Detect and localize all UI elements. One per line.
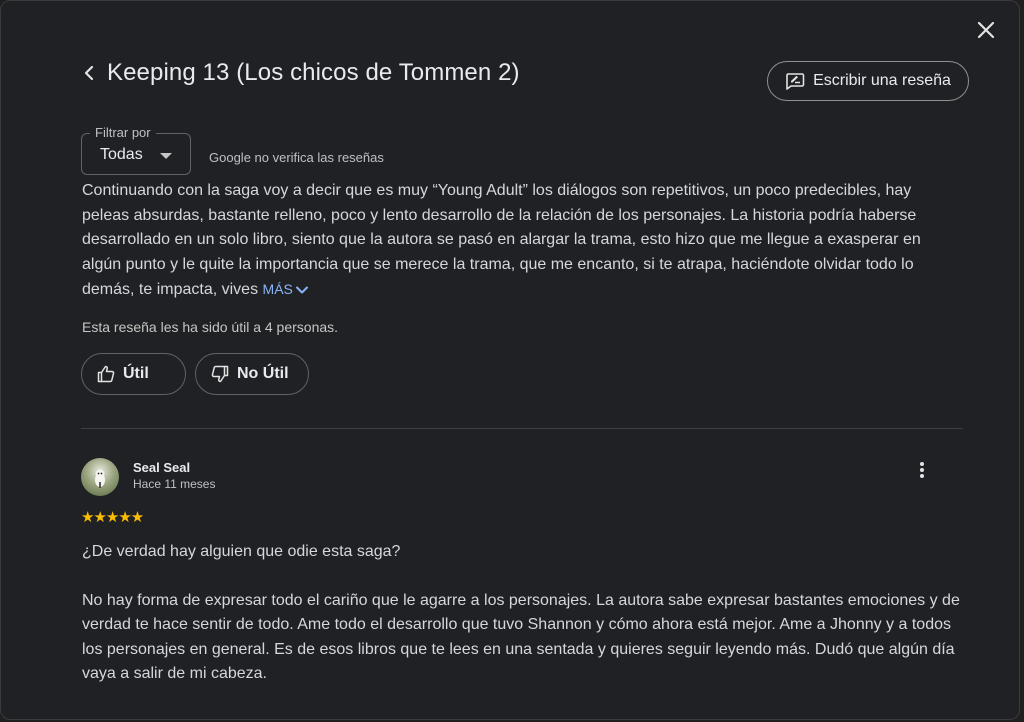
dialog-header: Keeping 13 (Los chicos de Tommen 2) xyxy=(83,59,520,87)
verification-disclaimer: Google no verifica las reseñas xyxy=(209,150,384,165)
not-useful-label: No Útil xyxy=(237,365,289,382)
close-icon xyxy=(977,21,995,39)
review-text-2: ¿De verdad hay alguien que odie esta sag… xyxy=(82,540,962,687)
filter-legend: Filtrar por xyxy=(90,125,156,140)
avatar-image xyxy=(95,469,105,488)
reviews-dialog: Keeping 13 (Los chicos de Tommen 2) Escr… xyxy=(0,0,1020,720)
chevron-left-icon xyxy=(84,65,94,81)
review-body-2: No hay forma de expresar todo el cariño … xyxy=(82,591,960,683)
page-title: Keeping 13 (Los chicos de Tommen 2) xyxy=(107,59,520,86)
filter-select[interactable]: Filtrar por Todas xyxy=(81,125,191,175)
review-author[interactable]: Seal Seal xyxy=(133,460,190,475)
useful-label: Útil xyxy=(123,365,149,382)
more-label: MÁS xyxy=(262,281,293,297)
thumbs-up-icon xyxy=(97,365,115,383)
review-body: Continuando con la saga voy a decir que … xyxy=(82,182,921,298)
rate-review-icon xyxy=(786,73,805,90)
chevron-down-icon xyxy=(295,286,308,294)
back-button[interactable] xyxy=(83,61,103,85)
review-text: Continuando con la saga voy a decir que … xyxy=(82,179,962,303)
close-button[interactable] xyxy=(973,17,999,43)
more-vert-icon xyxy=(920,462,924,478)
review-divider xyxy=(81,428,963,429)
helpful-count: Esta reseña les ha sido útil a 4 persona… xyxy=(82,319,339,335)
not-useful-button[interactable]: No Útil xyxy=(195,353,309,395)
write-review-button[interactable]: Escribir una reseña xyxy=(767,61,969,101)
star-rating: ★★★★★ xyxy=(81,509,144,526)
filter-value: Todas xyxy=(100,146,143,163)
write-review-label: Escribir una reseña xyxy=(813,72,951,89)
review-question: ¿De verdad hay alguien que odie esta sag… xyxy=(82,543,401,560)
useful-button[interactable]: Útil xyxy=(81,353,186,395)
avatar[interactable] xyxy=(81,458,119,496)
more-options-button[interactable] xyxy=(913,459,931,481)
thumbs-down-icon xyxy=(211,365,229,383)
more-link[interactable]: MÁS xyxy=(263,281,309,297)
dropdown-caret-icon xyxy=(160,153,172,159)
review-time: Hace 11 meses xyxy=(133,477,216,491)
